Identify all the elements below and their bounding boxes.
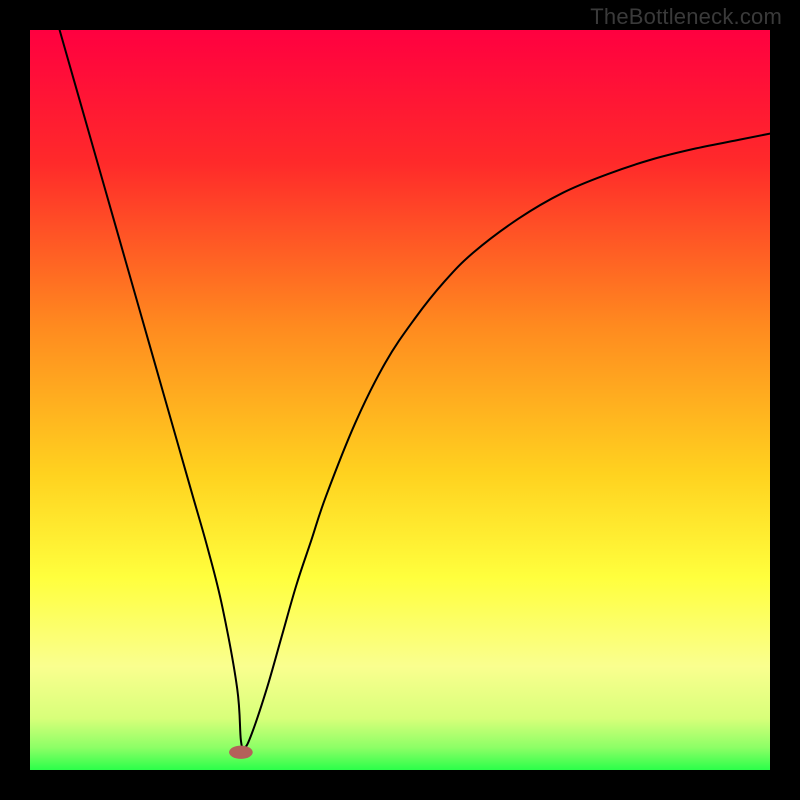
plot-area	[30, 30, 770, 770]
gradient-rect	[30, 30, 770, 770]
plot-svg	[30, 30, 770, 770]
watermark-text: TheBottleneck.com	[590, 4, 782, 30]
minimum-marker	[229, 746, 253, 759]
chart-container: TheBottleneck.com	[0, 0, 800, 800]
